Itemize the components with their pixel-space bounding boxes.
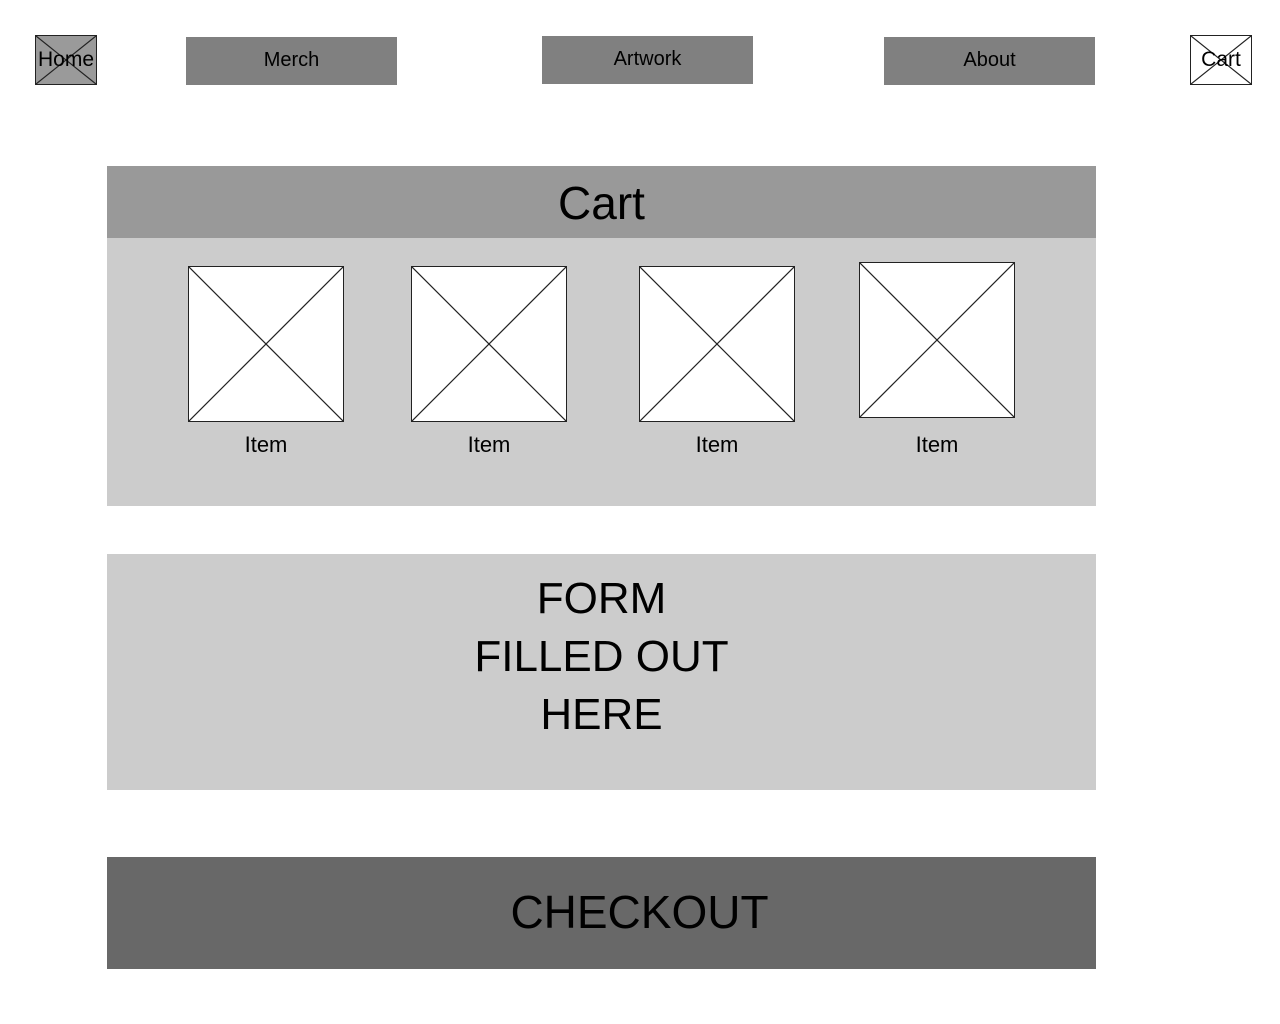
cart-item-image[interactable] <box>188 266 344 422</box>
checkout-button[interactable]: CHECKOUT <box>107 857 1096 969</box>
cart-item-image[interactable] <box>859 262 1015 418</box>
cart-item-label: Item <box>244 432 288 457</box>
form-text-line: FORM <box>536 574 667 623</box>
artwork-nav-button[interactable]: Artwork <box>542 36 753 84</box>
image-placeholder-icon <box>640 267 794 421</box>
home-nav-button[interactable]: Home <box>35 35 97 85</box>
cart-item-label: Item <box>915 432 959 457</box>
checkout-label: CHECKOUT <box>510 886 769 938</box>
form-text-line: HERE <box>540 690 663 739</box>
about-nav-label: About <box>963 49 1016 71</box>
cart-nav-label: Cart <box>1201 48 1241 71</box>
merch-nav-button[interactable]: Merch <box>186 37 397 85</box>
merch-nav-label: Merch <box>263 49 320 71</box>
checkout-form[interactable]: FORM FILLED OUT HERE <box>107 554 1096 790</box>
cart-panel: Cart Item Item Item Item <box>107 166 1096 506</box>
home-nav-label: Home <box>37 48 95 71</box>
cart-item-label: Item <box>467 432 511 457</box>
cart-item-image[interactable] <box>411 266 567 422</box>
form-placeholder-text: FORM FILLED OUT HERE <box>107 570 1096 744</box>
about-nav-button[interactable]: About <box>884 37 1095 85</box>
cart-item-image[interactable] <box>639 266 795 422</box>
artwork-nav-label: Artwork <box>613 48 682 70</box>
form-text-line: FILLED OUT <box>474 632 729 681</box>
cart-item-label: Item <box>695 432 739 457</box>
cart-title: Cart <box>107 166 1096 238</box>
image-placeholder-icon <box>412 267 566 421</box>
image-placeholder-icon <box>860 263 1014 417</box>
cart-nav-button[interactable]: Cart <box>1190 35 1252 85</box>
image-placeholder-icon <box>189 267 343 421</box>
